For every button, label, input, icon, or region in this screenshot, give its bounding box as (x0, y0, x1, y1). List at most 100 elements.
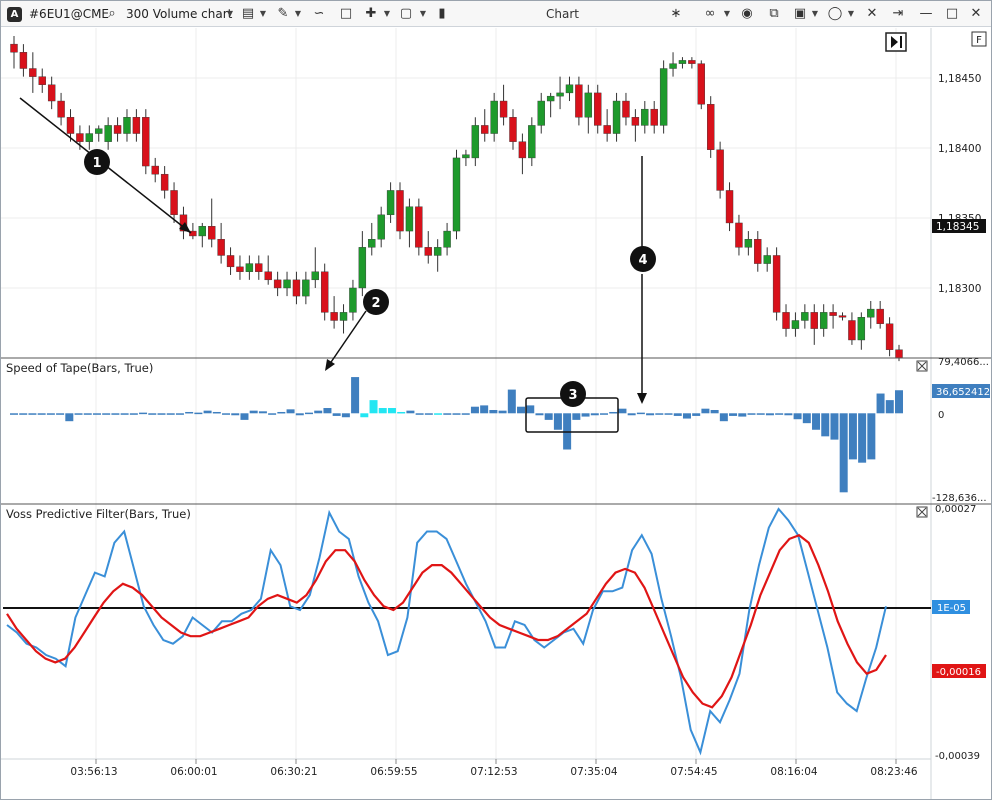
time-tick-label: 06:59:55 (370, 766, 417, 778)
tape-bar (701, 408, 710, 414)
candle-body (735, 222, 743, 248)
chevron-down-icon[interactable]: ▼ (294, 1, 302, 27)
chevron-down-icon[interactable]: ▼ (259, 1, 267, 27)
candle-body (462, 154, 470, 159)
voss-top-label: 0,00027 (935, 504, 976, 515)
tape-bar (120, 413, 129, 415)
tape-bar (268, 413, 277, 415)
price-tick-label: 1,18300 (938, 283, 981, 295)
candle-body (697, 63, 705, 105)
template-icon[interactable]: ▤ (239, 1, 257, 27)
tape-bar (636, 412, 645, 415)
candle-body (76, 133, 84, 142)
box-icon[interactable]: ▮ (433, 1, 451, 27)
tape-bar (83, 413, 92, 415)
time-tick-label: 06:00:01 (170, 766, 217, 778)
tape-bar (65, 413, 74, 422)
chevron-down-icon[interactable]: ▼ (383, 1, 391, 27)
candle-body (565, 84, 574, 94)
tape-bar (664, 413, 673, 415)
tape-bar (277, 411, 286, 414)
tools-icon[interactable]: ✕ (863, 1, 881, 27)
candle-body (217, 239, 225, 256)
candle-body (264, 271, 272, 281)
maximize-icon[interactable]: □ (943, 1, 961, 27)
tape-bar (424, 413, 433, 415)
draw-icon[interactable]: ✎ (274, 1, 292, 27)
tape-bar (102, 413, 111, 415)
tape-bar (249, 410, 258, 414)
symbol-label[interactable]: #6EU1@CME (29, 1, 109, 27)
price-tick-label: 1,18450 (938, 73, 981, 85)
candle-body (509, 117, 517, 142)
minimize-icon[interactable]: — (917, 1, 935, 27)
candle-body (47, 84, 56, 102)
pin-icon[interactable]: ⇥ (889, 1, 907, 27)
candle-body (95, 128, 103, 134)
candle-body (594, 92, 602, 126)
chevron-down-icon[interactable]: ▼ (723, 1, 731, 27)
candle-body (66, 117, 75, 134)
tape-bar (212, 411, 221, 414)
candle-body (528, 125, 536, 159)
candle-body (622, 100, 630, 118)
candle-body (725, 190, 734, 224)
tape-bar (729, 413, 738, 416)
crosshair-icon[interactable]: ✚ (362, 1, 380, 27)
chevron-down-icon[interactable]: ▼ (847, 1, 855, 27)
candle-body (424, 247, 432, 256)
candle-body (688, 60, 696, 64)
chart-type-label[interactable]: 300 Volume chart (126, 1, 232, 27)
tape-bar (876, 393, 885, 414)
candle-body (57, 100, 65, 118)
search-icon[interactable]: ⌕ (103, 1, 121, 27)
candle-body (283, 279, 291, 289)
chevron-down-icon[interactable]: ▼ (226, 1, 234, 27)
candle-body (349, 287, 357, 313)
candle-body (810, 312, 818, 329)
copy-icon[interactable]: ⧉ (765, 1, 783, 27)
candle-body (113, 125, 122, 134)
bookmark-icon[interactable]: □ (337, 1, 355, 27)
candlestick-series (10, 36, 903, 362)
candle-body (481, 125, 489, 134)
chevron-down-icon[interactable]: ▼ (811, 1, 819, 27)
chevron-down-icon[interactable]: ▼ (419, 1, 427, 27)
time-tick-label: 07:35:04 (570, 766, 617, 778)
candle-body (537, 100, 545, 126)
time-axis[interactable]: 03:56:13 06:00:01 06:30:21 06:59:55 07:12:53… (70, 759, 918, 778)
chart-canvas[interactable]: F 1,18450 1,18400 1,18350 1,18300 1,1834… (1, 28, 991, 799)
tape-bar (240, 413, 249, 420)
tape-bar (590, 413, 599, 416)
tape-bar (314, 410, 323, 414)
tape-bar (129, 413, 138, 415)
candle-body (415, 206, 423, 248)
time-tick-label: 08:23:46 (870, 766, 917, 778)
candle-body (499, 100, 508, 118)
tape-value-label: 36,652412 (936, 387, 990, 398)
lock-icon[interactable]: ▣ (791, 1, 809, 27)
tape-bar (406, 410, 415, 414)
candle-body (330, 312, 338, 321)
tape-bar (37, 413, 46, 415)
close-icon[interactable]: ✕ (967, 1, 985, 27)
tape-bar (821, 413, 830, 437)
candle-body (198, 225, 206, 237)
candle-body (754, 239, 762, 264)
candle-body (885, 323, 894, 350)
link-icon[interactable]: ∞ (701, 1, 719, 27)
tape-bar (222, 413, 231, 415)
candle-body (85, 133, 94, 142)
candle-body (104, 125, 112, 142)
camera-icon[interactable]: ◉ (738, 1, 756, 27)
collapse-icon[interactable]: ∗ (667, 1, 685, 27)
tape-bar (10, 413, 18, 415)
circle-icon[interactable]: ◯ (826, 1, 844, 27)
voss-panel-title: Voss Predictive Filter(Bars, True) (6, 507, 191, 521)
window-icon[interactable]: ▢ (397, 1, 415, 27)
tape-bar (784, 413, 793, 416)
candle-body (320, 271, 329, 313)
indicators-icon[interactable]: ∽ (310, 1, 328, 27)
candle-body (801, 312, 809, 321)
tape-zero-label: 0 (938, 410, 944, 421)
